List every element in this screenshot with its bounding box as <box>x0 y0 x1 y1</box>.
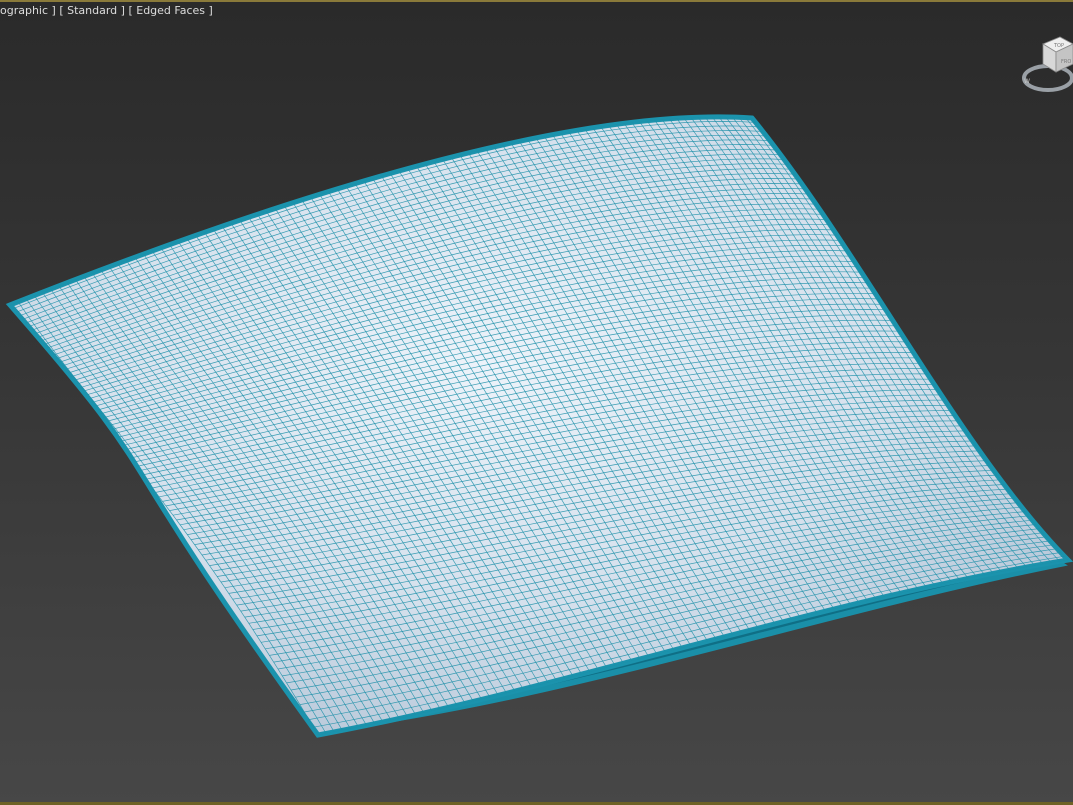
scene-canvas[interactable] <box>0 0 1073 805</box>
3d-viewport[interactable]: ographic ] [ Standard ] [ Edged Faces ] … <box>0 0 1073 805</box>
viewcube-top-text: TOP <box>1053 43 1064 49</box>
viewcube-compass-ring[interactable] <box>1022 64 1073 92</box>
viewport-label-menu[interactable]: ographic ] [ Standard ] [ Edged Faces ] <box>0 3 213 19</box>
viewcube-front-text: FRO <box>1061 59 1071 65</box>
pillow-surface <box>5 114 1073 738</box>
viewport-pov-label[interactable]: ographic ] <box>0 4 56 17</box>
pillow-mesh[interactable] <box>5 114 1073 738</box>
viewcube-navigator[interactable]: TOP FRO W <box>1018 30 1073 100</box>
viewport-display-mode-label[interactable]: [ Edged Faces ] <box>128 4 212 17</box>
viewcube-ring-letter: W <box>1024 78 1030 85</box>
viewport-shading-label[interactable]: [ Standard ] <box>59 4 125 17</box>
